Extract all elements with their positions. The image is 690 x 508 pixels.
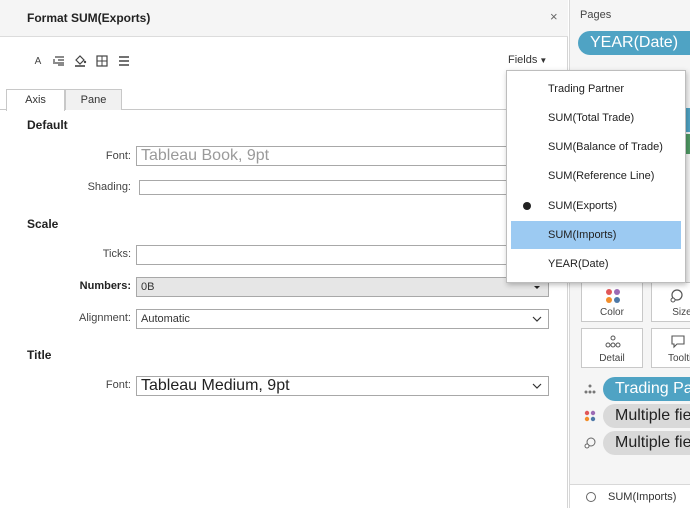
radio-icon	[586, 492, 596, 502]
menu-item-year-date[interactable]: YEAR(Date)	[511, 250, 681, 278]
chevron-down-icon	[534, 286, 540, 289]
pages-pill-year-date[interactable]: YEAR(Date)	[578, 31, 690, 55]
marks-pill-multiple-fields-size[interactable]: Multiple fields	[603, 431, 690, 455]
chevron-down-icon	[532, 316, 542, 322]
marks-color-button[interactable]: Color	[581, 282, 643, 322]
alignment-label: Alignment:	[79, 312, 131, 324]
measure-names-item[interactable]: SUM(Imports)	[570, 484, 690, 508]
menu-item-sum-imports[interactable]: SUM(Imports)	[511, 221, 681, 249]
detail-icon	[584, 384, 596, 394]
section-title-title: Title	[27, 348, 52, 362]
detail-icon	[605, 335, 621, 348]
font-icon[interactable]: A	[31, 54, 45, 68]
pane-header: Format SUM(Exports) ×	[0, 0, 568, 37]
format-pane: Format SUM(Exports) × A Fields ▼ Axis Pan…	[0, 0, 568, 508]
menu-item-sum-exports[interactable]: SUM(Exports)	[511, 192, 681, 220]
align-icon[interactable]	[52, 54, 66, 68]
default-font-value: Tableau Book, 9pt	[141, 147, 270, 164]
menu-item-label: Trading Partner	[548, 83, 625, 95]
ticks-label: Ticks:	[102, 248, 131, 260]
format-tabs: Axis Pane	[0, 89, 568, 111]
marks-detail-button[interactable]: Detail	[581, 328, 643, 368]
menu-item-sum-reference-line[interactable]: SUM(Reference Line)	[511, 162, 681, 190]
section-title-scale: Scale	[27, 217, 59, 231]
tooltip-icon	[671, 335, 685, 349]
title-font-value: Tableau Medium, 9pt	[141, 377, 290, 394]
color-icon	[606, 289, 620, 303]
alignment-value: Automatic	[141, 313, 190, 325]
marks-pill-trading-partner[interactable]: Trading Partner	[603, 377, 690, 401]
shading-field[interactable]	[139, 180, 549, 195]
section-title-default: Default	[27, 118, 68, 132]
shading-label: Shading:	[87, 181, 131, 193]
title-font-field[interactable]: Tableau Medium, 9pt	[136, 376, 549, 396]
borders-icon[interactable]	[95, 54, 109, 68]
menu-item-label: SUM(Balance of Trade)	[548, 141, 663, 153]
chevron-down-icon	[532, 383, 542, 389]
color-icon	[584, 410, 596, 422]
ticks-field[interactable]	[136, 245, 549, 265]
shading-icon[interactable]	[73, 54, 87, 68]
tab-pane[interactable]: Pane	[65, 89, 122, 110]
menu-item-label: SUM(Total Trade)	[548, 112, 635, 124]
alignment-field[interactable]: Automatic	[136, 309, 549, 329]
menu-item-trading-partner[interactable]: Trading Partner	[511, 75, 681, 103]
size-icon	[670, 289, 683, 303]
size-icon	[584, 437, 596, 449]
close-button[interactable]: ×	[550, 9, 558, 24]
title-font-label: Font:	[105, 379, 131, 391]
tab-axis[interactable]: Axis	[6, 89, 65, 111]
default-font-field[interactable]: Tableau Book, 9pt	[136, 146, 549, 166]
marks-pill-multiple-fields-color[interactable]: Multiple fields	[603, 404, 690, 428]
menu-item-label: SUM(Reference Line)	[548, 170, 655, 182]
lines-icon[interactable]	[117, 54, 131, 68]
pane-title: Format SUM(Exports)	[27, 11, 151, 25]
selected-bullet-icon	[523, 202, 531, 210]
format-toolbar: A Fields ▼	[0, 37, 568, 87]
fields-button-label: Fields	[508, 54, 538, 66]
marks-size-label: Size	[672, 307, 690, 318]
measure-item-label: SUM(Imports)	[608, 491, 677, 503]
marks-detail-label: Detail	[599, 353, 625, 364]
numbers-label: Numbers:	[79, 280, 131, 292]
marks-size-button[interactable]: Size	[651, 282, 690, 322]
fields-button[interactable]: Fields ▼	[508, 54, 547, 66]
pages-label: Pages	[580, 9, 612, 21]
chevron-down-icon: ▼	[539, 56, 548, 65]
numbers-value: 0B	[141, 281, 155, 293]
menu-item-label: YEAR(Date)	[548, 258, 609, 270]
default-font-label: Font:	[105, 150, 131, 162]
menu-item-label: SUM(Imports)	[548, 229, 617, 241]
numbers-field[interactable]: 0B	[136, 277, 549, 297]
menu-item-sum-balance-of-trade[interactable]: SUM(Balance of Trade)	[511, 133, 681, 161]
marks-tooltip-label: Tooltip	[668, 353, 690, 364]
menu-item-sum-total-trade[interactable]: SUM(Total Trade)	[511, 104, 681, 132]
fields-dropdown-menu: Trading Partner SUM(Total Trade) SUM(Bal…	[506, 70, 686, 283]
menu-item-label: SUM(Exports)	[548, 200, 618, 212]
marks-color-label: Color	[600, 307, 624, 318]
marks-tooltip-button[interactable]: Tooltip	[651, 328, 690, 368]
